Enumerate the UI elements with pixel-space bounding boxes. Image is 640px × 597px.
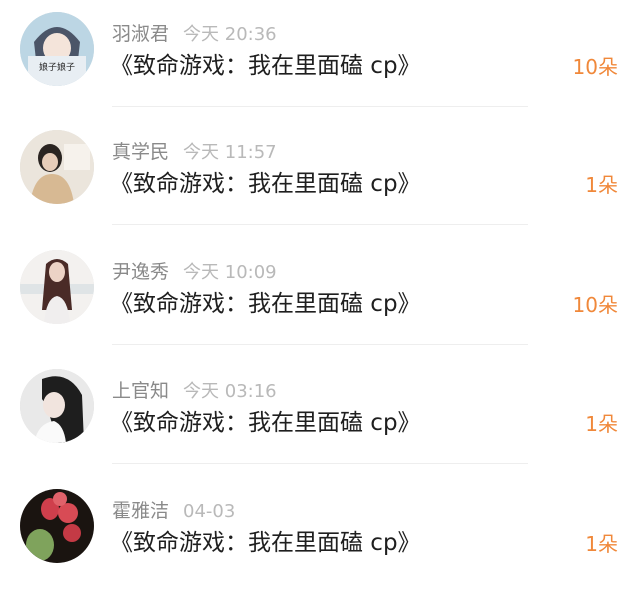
sender-line: 霍雅洁 04-03	[112, 497, 235, 525]
list-item[interactable]: 尹逸秀 今天 10:09 《致命游戏：我在里面磕 cp》 10朵	[0, 238, 640, 358]
girl-room-avatar-icon	[20, 130, 94, 204]
sender-name[interactable]: 真学民	[112, 141, 169, 163]
flower-count: 10朵	[572, 55, 618, 79]
sender-line: 尹逸秀 今天 10:09	[112, 258, 277, 286]
avatar[interactable]	[20, 369, 94, 443]
timestamp: 今天 10:09	[183, 262, 277, 283]
sender-name[interactable]: 霍雅洁	[112, 500, 169, 522]
timestamp: 今天 03:16	[183, 381, 277, 402]
cactus-flower-avatar-icon	[20, 489, 94, 563]
long-hair-girl-avatar-icon	[20, 250, 94, 324]
book-title[interactable]: 《致命游戏：我在里面磕 cp》	[110, 288, 421, 320]
divider	[112, 106, 528, 107]
avatar[interactable]	[20, 250, 94, 324]
avatar[interactable]: 娘子娘子	[20, 12, 94, 86]
list-item[interactable]: 霍雅洁 04-03 《致命游戏：我在里面磕 cp》 1朵	[0, 477, 640, 597]
sender-line: 真学民 今天 11:57	[112, 138, 277, 166]
gift-list: 娘子娘子 羽淑君 今天 20:36 《致命游戏：我在里面磕 cp》 10朵 真学民…	[0, 0, 640, 584]
list-item[interactable]: 真学民 今天 11:57 《致命游戏：我在里面磕 cp》 1朵	[0, 118, 640, 238]
divider	[112, 463, 528, 464]
list-item[interactable]: 娘子娘子 羽淑君 今天 20:36 《致命游戏：我在里面磕 cp》 10朵	[0, 0, 640, 120]
book-title[interactable]: 《致命游戏：我在里面磕 cp》	[110, 407, 421, 439]
timestamp: 04-03	[183, 501, 236, 522]
timestamp: 今天 20:36	[183, 24, 277, 45]
book-title[interactable]: 《致命游戏：我在里面磕 cp》	[110, 527, 421, 559]
flower-count: 1朵	[585, 532, 618, 556]
flower-count: 10朵	[572, 293, 618, 317]
book-title[interactable]: 《致命游戏：我在里面磕 cp》	[110, 50, 421, 82]
divider	[112, 224, 528, 225]
avatar[interactable]	[20, 489, 94, 563]
timestamp: 今天 11:57	[183, 142, 277, 163]
sender-name[interactable]: 尹逸秀	[112, 261, 169, 283]
avatar-caption: 娘子娘子	[39, 61, 75, 73]
list-item[interactable]: 上官知 今天 03:16 《致命游戏：我在里面磕 cp》 1朵	[0, 357, 640, 477]
flower-count: 1朵	[585, 173, 618, 197]
dark-hair-girl-avatar-icon	[20, 369, 94, 443]
sender-name[interactable]: 羽淑君	[112, 23, 169, 45]
sender-line: 上官知 今天 03:16	[112, 377, 277, 405]
avatar[interactable]	[20, 130, 94, 204]
book-title[interactable]: 《致命游戏：我在里面磕 cp》	[110, 168, 421, 200]
anime-girl-avatar-icon: 娘子娘子	[20, 12, 94, 86]
sender-line: 羽淑君 今天 20:36	[112, 20, 277, 48]
sender-name[interactable]: 上官知	[112, 380, 169, 402]
divider	[112, 344, 528, 345]
flower-count: 1朵	[585, 412, 618, 436]
